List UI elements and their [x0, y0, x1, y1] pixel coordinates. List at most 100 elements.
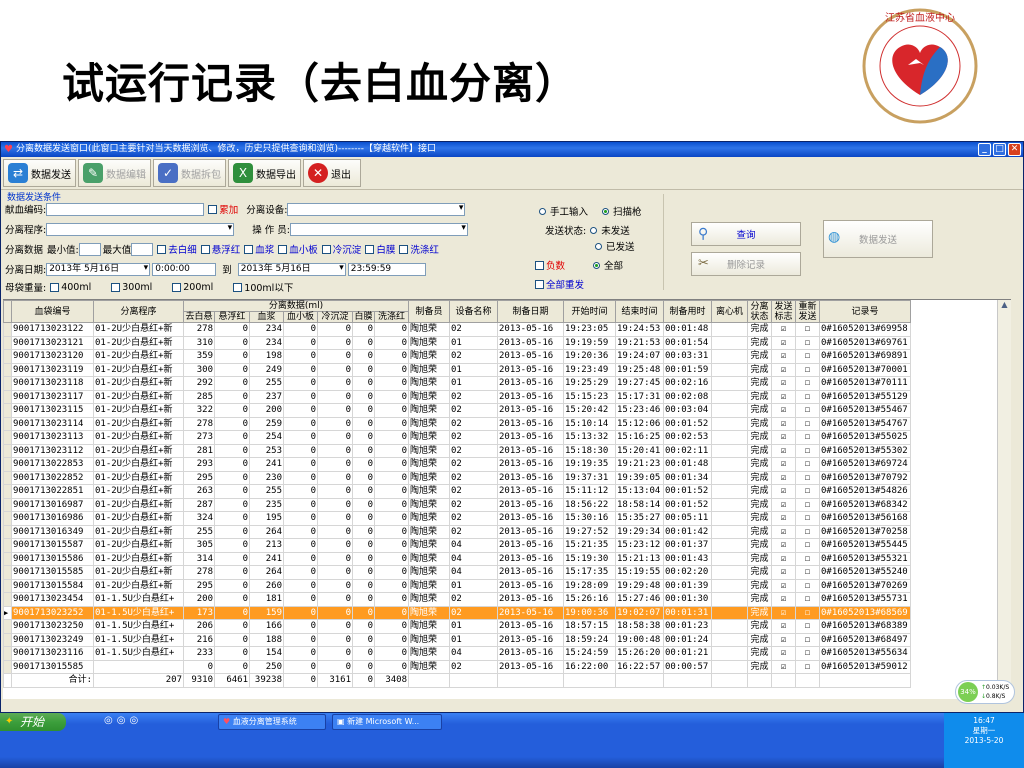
taskbar-item-blood-system[interactable]: ♥ 血液分离管理系统	[218, 714, 326, 730]
data-send-button[interactable]: ⇄ 数据发送	[3, 159, 76, 187]
row-marker[interactable]	[3, 416, 12, 431]
table-row[interactable]: 9001713023249 01-1.5U少白悬红+ 216 0 188 0 0 0 0 陶旭荣 0…	[3, 632, 911, 647]
table-cell[interactable]: ☐	[795, 511, 820, 526]
unsent-radio[interactable]	[590, 226, 598, 234]
col-header-end[interactable]: 结束时间	[615, 300, 664, 323]
table-cell[interactable]: ☐	[795, 497, 820, 512]
send-data-button[interactable]: ◍ 数据发送	[823, 220, 933, 258]
negative-checkbox[interactable]	[535, 260, 544, 270]
table-cell[interactable]: ☑	[771, 632, 796, 647]
table-cell[interactable]: ☑	[771, 646, 796, 661]
row-marker[interactable]	[3, 578, 12, 593]
table-cell[interactable]: ☑	[771, 362, 796, 377]
table-cell[interactable]: ☑	[771, 605, 796, 620]
table-cell[interactable]: ☐	[795, 322, 820, 337]
table-cell[interactable]: ☑	[771, 524, 796, 539]
table-row[interactable]: 9001713023117 01-2U少白悬红+新 285 0 237 0 0 0 0 陶旭荣 02…	[3, 389, 911, 404]
sent-radio[interactable]	[595, 242, 602, 250]
maximize-button[interactable]: □	[993, 143, 1006, 156]
scroll-up-icon[interactable]: ▲	[998, 300, 1011, 314]
table-cell[interactable]: ☐	[795, 646, 820, 661]
table-cell[interactable]: ☑	[771, 457, 796, 472]
table-row[interactable]: 9001713022853 01-2U少白悬红+新 293 0 241 0 0 0 0 陶旭荣 02…	[3, 457, 911, 472]
col-header-buffy[interactable]: 白膜	[352, 311, 375, 323]
table-cell[interactable]: ☑	[771, 592, 796, 607]
row-marker[interactable]: ▶	[3, 605, 12, 620]
table-cell[interactable]: ☑	[771, 619, 796, 634]
col-header-washed-red[interactable]: 洗涤红	[374, 311, 409, 323]
component-checkbox[interactable]	[365, 244, 375, 254]
table-row[interactable]: 9001713015585 0 0 250 0 0 0 0 陶旭荣 02 2013-05-16 16:…	[3, 659, 911, 674]
row-marker[interactable]	[3, 551, 12, 566]
row-marker[interactable]	[3, 646, 12, 661]
row-marker[interactable]	[3, 592, 12, 607]
component-checkbox[interactable]	[200, 244, 210, 254]
table-cell[interactable]: ☑	[771, 538, 796, 553]
component-checkbox[interactable]	[321, 244, 331, 254]
table-cell[interactable]: ☐	[795, 632, 820, 647]
accumulate-checkbox[interactable]	[208, 204, 218, 214]
table-cell[interactable]: ☐	[795, 349, 820, 364]
table-row[interactable]: 9001713023454 01-1.5U少白悬红+ 200 0 181 0 0 0 0 陶旭荣 0…	[3, 592, 911, 607]
table-cell[interactable]: ☐	[795, 362, 820, 377]
component-checkbox[interactable]	[244, 244, 254, 254]
quick-launch-icons[interactable]: ◎◎◎	[104, 715, 142, 726]
table-row[interactable]: 9001713016986 01-2U少白悬红+新 324 0 195 0 0 0 0 陶旭荣 02…	[3, 511, 911, 526]
scanner-radio[interactable]	[602, 207, 610, 215]
row-marker[interactable]	[3, 565, 12, 580]
table-cell[interactable]: ☑	[771, 416, 796, 431]
component-checkbox[interactable]	[278, 244, 288, 254]
row-marker[interactable]	[3, 443, 12, 458]
table-row[interactable]: 9001713023114 01-2U少白悬红+新 278 0 259 0 0 0 0 陶旭荣 02…	[3, 416, 911, 431]
time-to-input[interactable]: 23:59:59	[347, 262, 426, 276]
window-titlebar[interactable]: ♥ 分离数据发送窗口(此窗口主要针对当天数据浏览、修改，历史只提供查询和浏览)-…	[1, 142, 1023, 157]
row-marker[interactable]	[3, 511, 12, 526]
table-cell[interactable]: ☐	[795, 484, 820, 499]
row-marker[interactable]	[3, 349, 12, 364]
col-header-date[interactable]: 制备日期	[497, 300, 564, 323]
component-checkbox[interactable]	[399, 244, 409, 254]
date-to-picker[interactable]: 2013年 5月16日	[237, 262, 346, 276]
row-marker[interactable]	[3, 322, 12, 337]
table-cell[interactable]: ☐	[795, 416, 820, 431]
table-cell[interactable]: ☐	[795, 389, 820, 404]
row-marker[interactable]	[3, 362, 12, 377]
row-marker[interactable]	[3, 497, 12, 512]
table-row[interactable]: 9001713023113 01-2U少白悬红+新 273 0 254 0 0 0 0 陶旭荣 02…	[3, 430, 911, 445]
row-marker[interactable]	[3, 457, 12, 472]
table-cell[interactable]: ☐	[795, 443, 820, 458]
table-row[interactable]: ▶ 9001713023252 01-1.5U少白悬红+ 173 0 159 0 0 0 0 陶旭荣…	[3, 605, 911, 620]
row-marker[interactable]	[3, 659, 12, 674]
data-edit-button[interactable]: ✎ 数据编辑	[78, 159, 151, 187]
table-row[interactable]: 9001713023118 01-2U少白悬红+新 292 0 255 0 0 0 0 陶旭荣 01…	[3, 376, 911, 391]
table-cell[interactable]: ☑	[771, 322, 796, 337]
weight-checkbox[interactable]	[172, 282, 182, 292]
weight-checkbox[interactable]	[50, 282, 60, 292]
table-cell[interactable]: ☐	[795, 565, 820, 580]
data-export-button[interactable]: X 数据导出	[228, 159, 301, 187]
table-cell[interactable]: ☐	[795, 457, 820, 472]
table-row[interactable]: 9001713023122 01-2U少白悬红+新 278 0 234 0 0 0 0 陶旭荣 02…	[3, 322, 911, 337]
table-row[interactable]: 9001713023116 01-1.5U少白悬红+ 233 0 154 0 0 0 0 陶旭荣 0…	[3, 646, 911, 661]
table-row[interactable]: 9001713016987 01-2U少白悬红+新 287 0 235 0 0 0 0 陶旭荣 02…	[3, 497, 911, 512]
table-cell[interactable]: ☑	[771, 335, 796, 350]
row-marker[interactable]	[3, 619, 12, 634]
row-marker[interactable]	[3, 430, 12, 445]
row-marker[interactable]	[3, 389, 12, 404]
min-input[interactable]	[78, 242, 101, 256]
table-row[interactable]: 9001713023112 01-2U少白悬红+新 281 0 253 0 0 0 0 陶旭荣 02…	[3, 443, 911, 458]
col-header-record-no[interactable]: 记录号	[819, 300, 911, 323]
device-select[interactable]	[287, 202, 466, 216]
table-cell[interactable]: ☑	[771, 470, 796, 485]
weight-checkbox[interactable]	[233, 282, 243, 292]
delete-record-button[interactable]: ✂ 删除记录	[691, 252, 801, 276]
table-cell[interactable]: ☐	[795, 578, 820, 593]
table-cell[interactable]: ☑	[771, 376, 796, 391]
col-header-plasma[interactable]: 血浆	[249, 311, 284, 323]
table-cell[interactable]: ☑	[771, 403, 796, 418]
table-cell[interactable]: ☑	[771, 659, 796, 674]
col-header-operator[interactable]: 制备员	[408, 300, 450, 323]
col-header-suspended-red[interactable]: 悬浮红	[214, 311, 250, 323]
table-row[interactable]: 9001713015586 01-2U少白悬红+新 314 0 241 0 0 0 0 陶旭荣 04…	[3, 551, 911, 566]
table-row[interactable]: 9001713023119 01-2U少白悬红+新 300 0 249 0 0 0 0 陶旭荣 01…	[3, 362, 911, 377]
